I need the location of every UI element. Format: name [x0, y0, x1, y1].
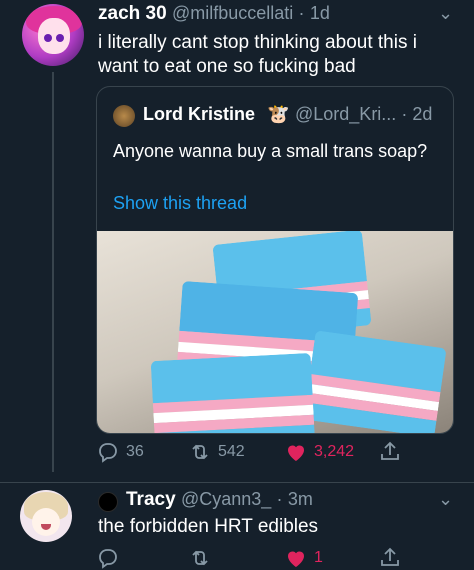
timestamp[interactable]: 1d	[310, 3, 330, 23]
like-count: 3,242	[314, 443, 355, 460]
quoted-text: Anyone wanna buy a small trans soap?	[113, 141, 428, 161]
quoted-tweet[interactable]: Lord Kristine 🐮 @Lord_Kri... · 2d Anyone…	[96, 86, 454, 434]
retweet-icon	[192, 550, 208, 566]
user-handle[interactable]: @milfbuccellati	[172, 3, 293, 23]
tweet-actions: 36 542 3,242	[96, 440, 456, 470]
reply-icon	[99, 443, 117, 463]
avatar-eye	[56, 34, 64, 42]
avatar-face	[32, 508, 60, 536]
quoted-handle-time: @Lord_Kri... · 2d	[295, 104, 432, 125]
display-name[interactable]: Tracy	[126, 489, 176, 510]
retweet-count: 542	[218, 443, 245, 460]
quoted-timestamp: 2d	[412, 104, 433, 124]
retweet-button[interactable]: 542	[188, 440, 245, 464]
tweet-header: zach 30 @milfbuccellati · 1d	[98, 3, 330, 25]
display-name[interactable]: zach 30	[98, 3, 167, 24]
chevron-down-icon[interactable]: ⌄	[438, 3, 453, 24]
reply-count: 36	[126, 443, 144, 460]
soap-bar	[150, 352, 316, 433]
user-handle[interactable]: @Cyann3_	[181, 489, 271, 509]
heart-icon	[288, 445, 304, 461]
tweet-text: the forbidden HRT edibles	[98, 516, 319, 537]
soap-bar	[303, 330, 447, 433]
show-thread-link[interactable]: Show this thread	[113, 193, 247, 214]
separator-dot: ·	[298, 3, 305, 23]
like-button[interactable]: 3,242	[284, 440, 354, 464]
reply-button[interactable]: 36	[96, 440, 144, 464]
heart-icon	[288, 551, 304, 567]
retweet-button[interactable]	[188, 546, 218, 570]
share-icon	[381, 547, 399, 566]
separator-dot: ·	[276, 489, 283, 509]
thread-line	[52, 72, 54, 472]
avatar-eye	[44, 34, 52, 42]
timestamp[interactable]: 3m	[288, 489, 313, 509]
avatar-lord-kristine[interactable]	[113, 105, 135, 127]
retweet-icon	[192, 444, 208, 460]
reply-button[interactable]	[96, 546, 126, 570]
tweet-text: i literally cant stop thinking about thi…	[98, 32, 417, 77]
share-icon	[381, 441, 399, 460]
quoted-display-name: Lord Kristine	[143, 104, 256, 124]
like-button[interactable]: 1	[284, 546, 323, 570]
avatar-tracy[interactable]	[20, 490, 72, 542]
separator-dot: ·	[401, 104, 408, 124]
share-button[interactable]	[378, 440, 408, 464]
tweet-divider	[0, 482, 474, 483]
reply-icon	[99, 549, 117, 569]
tweet-zach[interactable]: zach 30 @milfbuccellati · 1d ⌄ i literal…	[0, 0, 474, 486]
tweet-header: Tracy @Cyann3_ · 3m	[126, 489, 313, 511]
avatar-zach[interactable]	[22, 4, 84, 66]
black-circle-emoji-icon	[98, 492, 118, 512]
cow-emoji-icon: 🐮	[267, 104, 290, 124]
tweet-actions: 1	[96, 546, 456, 570]
chevron-down-icon[interactable]: ⌄	[438, 489, 453, 510]
like-count: 1	[314, 549, 323, 566]
soap-photo[interactable]	[97, 231, 453, 433]
avatar-face	[38, 18, 70, 54]
share-button[interactable]	[378, 546, 408, 570]
quoted-handle: @Lord_Kri...	[295, 104, 397, 124]
